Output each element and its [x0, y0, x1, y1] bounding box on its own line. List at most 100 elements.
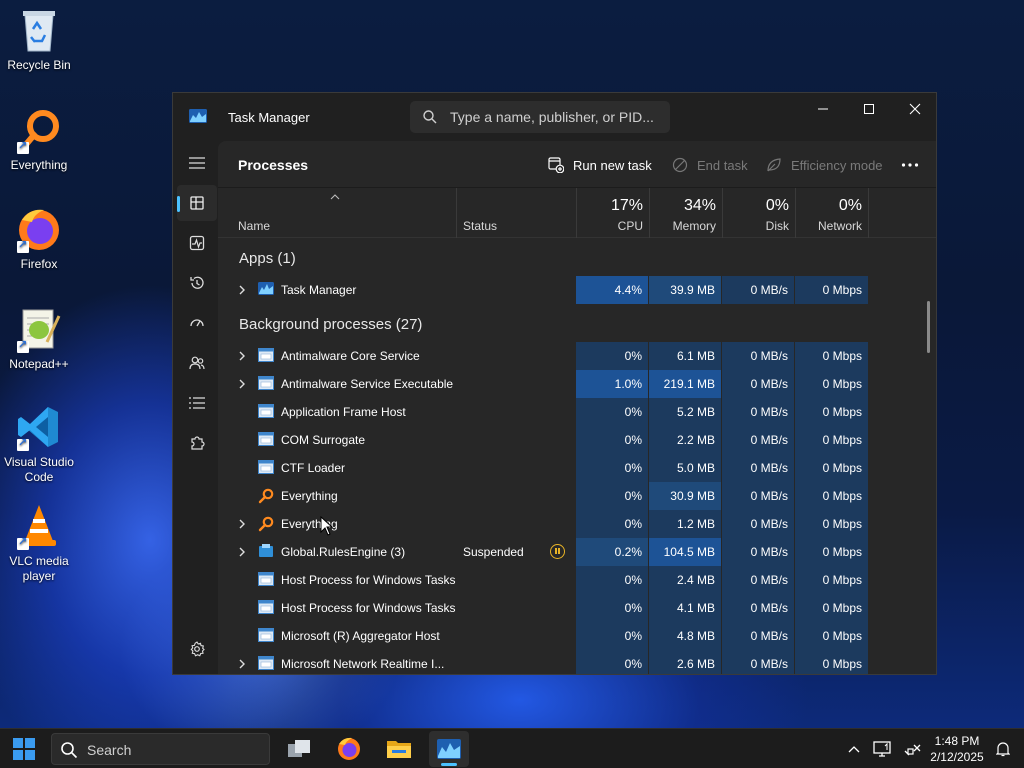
recycle-bin-icon — [15, 6, 63, 54]
taskbar-firefox[interactable] — [329, 731, 369, 767]
disk-cell: 0 MB/s — [722, 454, 794, 482]
column-header-network[interactable]: 0% Network — [795, 188, 868, 238]
nav-app-history[interactable] — [177, 265, 217, 301]
clock[interactable]: 1:48 PM 2/12/2025 — [926, 733, 988, 765]
more-options-button[interactable] — [901, 156, 919, 174]
vertical-scrollbar[interactable] — [927, 301, 930, 353]
network-total-percent: 0% — [838, 197, 862, 214]
column-divider[interactable] — [868, 188, 869, 238]
chevron-right-icon[interactable] — [236, 284, 248, 296]
chevron-right-icon[interactable] — [236, 546, 248, 558]
efficiency-mode-button[interactable]: Efficiency mode — [765, 156, 883, 174]
window-icon — [258, 404, 274, 420]
table-row[interactable]: Everything 0% 30.9 MB 0 MB/s 0 Mbps — [218, 482, 912, 510]
table-row[interactable]: Host Process for Windows Tasks 0% 4.1 MB 0 … — [218, 594, 912, 622]
table-row[interactable]: Antimalware Core Service 0% 6.1 MB 0 MB/s 0 … — [218, 342, 912, 370]
search-box[interactable] — [410, 101, 670, 133]
desktop-icon-notepad-plus-plus[interactable]: Notepad++ — [0, 305, 78, 372]
cpu-cell: 4.4% — [576, 276, 648, 304]
chevron-right-icon[interactable] — [236, 658, 248, 670]
table-row[interactable]: COM Surrogate 0% 2.2 MB 0 MB/s 0 Mbps — [218, 426, 912, 454]
column-header-disk[interactable]: 0% Disk — [722, 188, 795, 238]
hamburger-menu-button[interactable] — [177, 145, 217, 181]
desktop-icon-vlc[interactable]: VLC media player — [0, 502, 78, 584]
table-row[interactable]: Application Frame Host 0% 5.2 MB 0 MB/s 0 Mb… — [218, 398, 912, 426]
nav-services[interactable] — [177, 425, 217, 461]
chevron-right-icon[interactable] — [236, 378, 248, 390]
nav-users[interactable] — [177, 345, 217, 381]
task-view-button[interactable] — [279, 731, 319, 767]
column-header-name[interactable]: Name — [218, 188, 456, 238]
table-row[interactable]: Task Manager 4.4% 39.9 MB 0 MB/s 0 Mbps — [218, 276, 912, 304]
taskbar-task-manager[interactable] — [429, 731, 469, 767]
clock-time: 1:48 PM — [934, 734, 980, 748]
taskbar-file-explorer[interactable] — [379, 731, 419, 767]
cpu-cell: 0% — [576, 510, 648, 538]
chevron-up-icon — [848, 746, 860, 753]
desktop-icon-label: Visual Studio Code — [4, 455, 74, 484]
minimize-button[interactable] — [800, 93, 846, 125]
table-row[interactable]: Microsoft (R) Aggregator Host 0% 4.8 MB 0 M… — [218, 622, 912, 650]
nav-startup-apps[interactable] — [177, 305, 217, 341]
column-header-memory[interactable]: 34% Memory — [649, 188, 722, 238]
start-button[interactable] — [4, 731, 44, 767]
process-status: Suspended — [463, 545, 524, 559]
column-header-cpu[interactable]: 17% CPU — [576, 188, 649, 238]
table-row[interactable]: Microsoft Network Realtime I... 0% 2.6 MB 0… — [218, 650, 912, 674]
taskbar-search[interactable]: Search — [51, 733, 270, 765]
nav-performance[interactable] — [177, 225, 217, 261]
chevron-right-icon[interactable] — [236, 350, 248, 362]
run-new-task-button[interactable]: Run new task — [547, 156, 652, 174]
efficiency-mode-label: Efficiency mode — [791, 157, 883, 173]
gear-icon — [190, 641, 205, 657]
chevron-right-icon[interactable] — [236, 518, 248, 530]
desktop-icon-recycle-bin[interactable]: Recycle Bin — [0, 6, 78, 73]
column-memory-label: Memory — [672, 219, 716, 233]
disk-cell: 0 MB/s — [722, 482, 794, 510]
cpu-cell: 0% — [576, 650, 648, 674]
desktop-icon-label: Firefox — [20, 257, 58, 271]
desktop-icon-label: Recycle Bin — [7, 58, 71, 72]
clock-date: 2/12/2025 — [930, 750, 984, 764]
network-cell: 0 Mbps — [795, 276, 868, 304]
table-row[interactable]: Antimalware Service Executable 1.0% 219.1 … — [218, 370, 912, 398]
process-name: Antimalware Core Service — [281, 349, 420, 363]
desktop-icon-firefox[interactable]: Firefox — [0, 205, 78, 272]
disk-cell: 0 MB/s — [722, 594, 794, 622]
table-row[interactable]: CTF Loader 0% 5.0 MB 0 MB/s 0 Mbps — [218, 454, 912, 482]
desktop-icon-vscode[interactable]: Visual Studio Code — [0, 403, 78, 485]
window-icon — [258, 376, 274, 392]
end-task-button[interactable]: End task — [671, 156, 748, 174]
network-tray-button[interactable] — [894, 731, 930, 767]
window-icon — [258, 656, 274, 672]
cpu-cell: 0% — [576, 342, 648, 370]
bell-icon — [996, 742, 1010, 757]
shortcut-arrow-icon — [17, 535, 29, 550]
title-bar[interactable]: Task Manager — [173, 93, 936, 141]
table-row[interactable]: Global.RulesEngine (3) Suspended 0.2% 104.5… — [218, 538, 912, 566]
process-name: Task Manager — [281, 283, 357, 297]
table-row[interactable]: Host Process for Windows Tasks 0% 2.4 MB 0 … — [218, 566, 912, 594]
window-icon — [258, 572, 274, 588]
notifications-button[interactable] — [986, 731, 1020, 767]
cpu-cell: 0% — [576, 398, 648, 426]
taskbar: Search 1:48 PM 2/12/2025 — [0, 728, 1024, 768]
window-title: Task Manager — [228, 110, 310, 125]
maximize-button[interactable] — [846, 93, 892, 125]
nav-processes[interactable] — [177, 185, 217, 221]
windows-logo-icon — [13, 738, 35, 760]
minimize-icon — [818, 108, 828, 110]
close-button[interactable] — [892, 93, 936, 125]
task-manager-icon — [258, 282, 274, 298]
nav-settings[interactable] — [177, 631, 217, 667]
section-header: Apps (1) — [218, 238, 912, 274]
column-header-status[interactable]: Status — [457, 188, 576, 238]
startup-speedometer-icon — [190, 319, 204, 327]
desktop-icon-label: Everything — [10, 158, 68, 172]
search-input[interactable] — [450, 106, 660, 128]
network-cell: 0 Mbps — [795, 342, 868, 370]
task-manager-icon — [437, 739, 461, 759]
nav-details[interactable] — [177, 385, 217, 421]
shortcut-arrow-icon — [17, 238, 29, 253]
desktop-icon-everything[interactable]: Everything — [0, 106, 78, 173]
